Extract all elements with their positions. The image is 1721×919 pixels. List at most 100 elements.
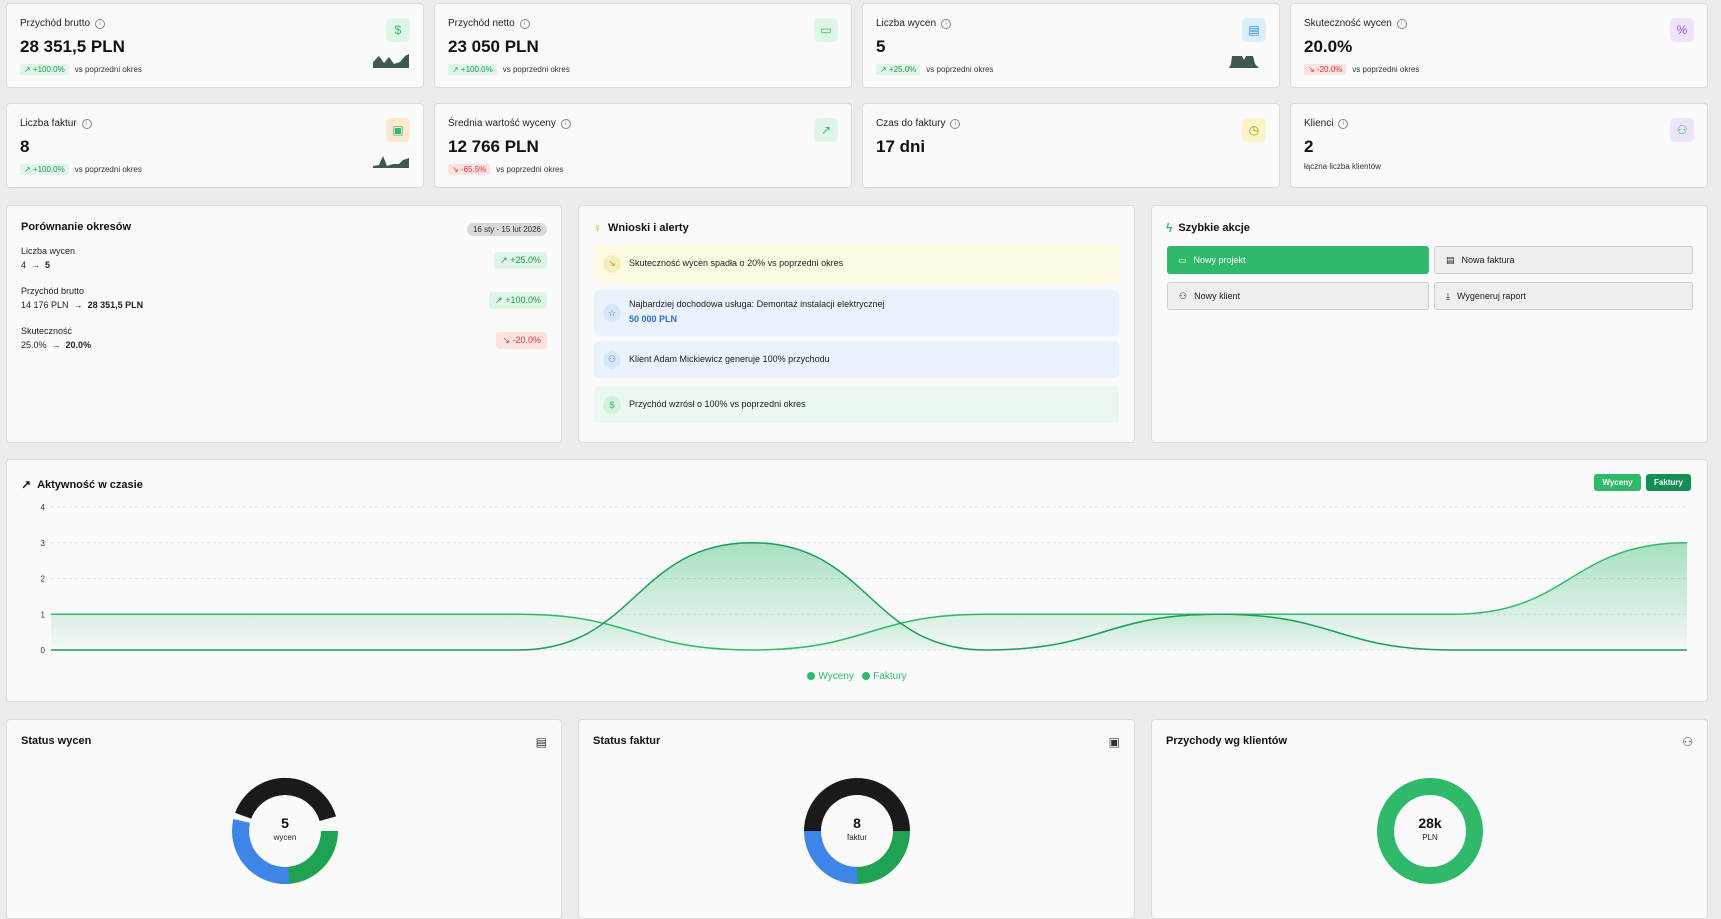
kpi-value: 2 [1304, 137, 1314, 156]
revenue-clients-title: Przychody wg klientów [1166, 735, 1288, 747]
info-icon[interactable]: i [81, 118, 92, 129]
kpi-title: Przychód netto [448, 18, 515, 29]
new-invoice-button[interactable]: ▤ Nowa faktura [1434, 246, 1693, 274]
alert-text: Najbardziej dochodowa usługa: Demontaż i… [629, 299, 885, 309]
comparison-change-badge: ↘ -20.0% [496, 332, 547, 349]
alert-item: ↘ Skuteczność wycen spadła o 20% vs poprz… [594, 245, 1119, 282]
kpi-value: 8 [20, 137, 30, 156]
kpi-value: 23 050 PLN [448, 37, 539, 56]
kpi-card: Skuteczność wycen i 20.0% ↘ -20.0% vs poprze… [1290, 3, 1708, 88]
legend-invoices[interactable]: Faktury [862, 671, 907, 682]
change-badge: ↗ +100.0% [448, 64, 497, 75]
alert-item: $ Przychód wzrósł o 100% vs poprzedni okr… [594, 386, 1119, 423]
trend-up-icon: ↗ [814, 118, 838, 142]
info-icon[interactable]: i [560, 118, 571, 129]
download-icon: ⤓ [1446, 290, 1450, 301]
kpi-card: Liczba faktur i 8 ↗ +100.0% vs poprzedni okr… [6, 103, 424, 188]
activity-chart: 0 1 2 3 4 17 sty 20 sty 22 sty 01 lut 03 lut 07 lu… [41, 503, 1693, 660]
kpi-foot: łączna liczba klientów [1304, 162, 1381, 171]
comparison-change-badge: ↗ +25.0% [494, 252, 547, 269]
donut-center-label: faktur [846, 833, 867, 842]
alert-item: ☆ Najbardziej dochodowa usługa: Demontaż … [594, 290, 1119, 336]
document-icon: ▤ [535, 735, 547, 749]
x-tick-label: 07 lut [1210, 659, 1230, 660]
new-client-button[interactable]: ⚇ Nowy klient [1167, 282, 1429, 310]
alerts-card: ♀ Wnioski i alerty ↘ Skuteczność wycen sp… [578, 205, 1135, 443]
kpi-card: Klienci i 2 łączna liczba klientów ⚇ [1290, 103, 1708, 188]
x-tick-label: 01 lut [742, 659, 762, 660]
y-tick-label: 2 [41, 575, 46, 584]
kpi-foot: vs poprzedni okres [496, 165, 564, 174]
sparkline [1229, 56, 1259, 68]
comparison-row: Skuteczność 25.0% → 20.0% [21, 326, 92, 350]
kpi-card: Średnia wartość wyceny i 12 766 PLN ↘ -65.5… [434, 103, 852, 188]
users-icon: ⚇ [1682, 735, 1693, 749]
change-badge: ↗ +100.0% [20, 64, 69, 75]
kpi-value: 12 766 PLN [448, 137, 539, 156]
document-icon: ▤ [1242, 18, 1266, 42]
invoice-icon: ▣ [1108, 735, 1120, 749]
kpi-title: Czas do faktury [876, 118, 946, 129]
info-icon[interactable]: i [950, 118, 961, 129]
comparison-row: Liczba wycen 4 → 5 [21, 246, 76, 270]
kpi-title: Liczba wycen [876, 18, 937, 29]
kpi-title: Średnia wartość wyceny [448, 118, 556, 129]
from-value: 4 [21, 260, 27, 270]
sparkline [373, 156, 409, 168]
alert-text: Skuteczność wycen spadła o 20% vs poprze… [629, 258, 844, 268]
change-badge: ↗ +25.0% [876, 64, 921, 75]
x-tick-label: 17 sty [46, 659, 67, 660]
comparison-label: Skuteczność [21, 326, 73, 336]
invoices-status-card: Status faktur ▣ 8 faktur [578, 719, 1135, 919]
kpi-title: Klienci [1304, 118, 1334, 129]
alert-sub: 50 000 PLN [629, 314, 678, 324]
comparison-label: Przychód brutto [21, 286, 85, 296]
donut-center-value: 28k [1418, 815, 1442, 831]
info-icon[interactable]: i [519, 18, 530, 29]
alert-icon: ↘ [603, 254, 621, 273]
to-value: 20.0% [65, 340, 92, 350]
alert-icon: ⚇ [603, 350, 621, 369]
percent-icon: % [1670, 18, 1694, 42]
dollar-icon: $ [386, 18, 410, 42]
kpi-value: 20.0% [1304, 37, 1353, 56]
new-project-button[interactable]: ▭ Nowy projekt [1167, 246, 1429, 274]
kpi-title: Skuteczność wycen [1304, 18, 1392, 29]
comparison-change-badge: ↗ +100.0% [489, 292, 547, 309]
alert-item: ⚇ Klient Adam Mickiewicz generuje 100% pr… [594, 341, 1119, 378]
donut-center-value: 5 [281, 815, 289, 831]
quotes-status-title: Status wycen [21, 735, 92, 747]
info-icon[interactable]: i [1338, 118, 1349, 129]
comparison-label: Liczba wycen [21, 246, 76, 256]
wallet-icon: ▭ [814, 18, 838, 42]
info-icon[interactable]: i [941, 18, 952, 29]
alert-icon: $ [603, 395, 621, 414]
info-icon[interactable]: i [1396, 18, 1407, 29]
donut-center-value: 8 [853, 815, 861, 831]
y-tick-label: 3 [41, 539, 46, 548]
alert-text: Przychód wzrósł o 100% vs poprzedni okre… [629, 399, 806, 409]
generate-report-button[interactable]: ⤓ Wygeneruj raport [1434, 282, 1693, 310]
legend-quotes[interactable]: Wyceny [807, 671, 854, 682]
y-tick-label: 1 [41, 610, 46, 619]
donut-center-label: wycen [273, 833, 297, 842]
comparison-row: Przychód brutto 14 176 PLN → 28 351,5 PLN [21, 286, 144, 310]
kpi-foot: vs poprzedni okres [74, 165, 142, 174]
alert-text: Klient Adam Mickiewicz generuje 100% prz… [629, 354, 830, 364]
invoice-icon: ▣ [386, 118, 410, 142]
info-icon[interactable]: i [95, 18, 106, 29]
kpi-value: 28 351,5 PLN [20, 37, 125, 56]
change-badge: ↘ -20.0% [1304, 64, 1347, 75]
activity-card: ↗ Aktywność w czasie Wyceny Faktury 0123… [6, 459, 1708, 702]
to-value: 5 [45, 260, 51, 270]
clock-icon: ◷ [1242, 118, 1266, 142]
to-value: 28 351,5 PLN [87, 300, 144, 310]
kpi-card: Przychód brutto i 28 351,5 PLN ↗ +100.0% vs … [6, 3, 424, 88]
from-value: 14 176 PLN [21, 300, 69, 310]
kpi-card: Liczba wycen i 5 ↗ +25.0% vs poprzedni okres… [862, 3, 1280, 88]
invoices-status-title: Status faktur [593, 735, 661, 747]
quick-actions-card: ϟ Szybkie akcje ▭ Nowy projekt ▤ Nowa fa… [1151, 205, 1708, 443]
comparison-card: Porównanie okresów 16 sty - 15 lut 2026 … [6, 205, 562, 443]
folder-plus-icon: ▭ [1178, 254, 1187, 265]
x-tick-label: 09 lut [1443, 659, 1463, 660]
